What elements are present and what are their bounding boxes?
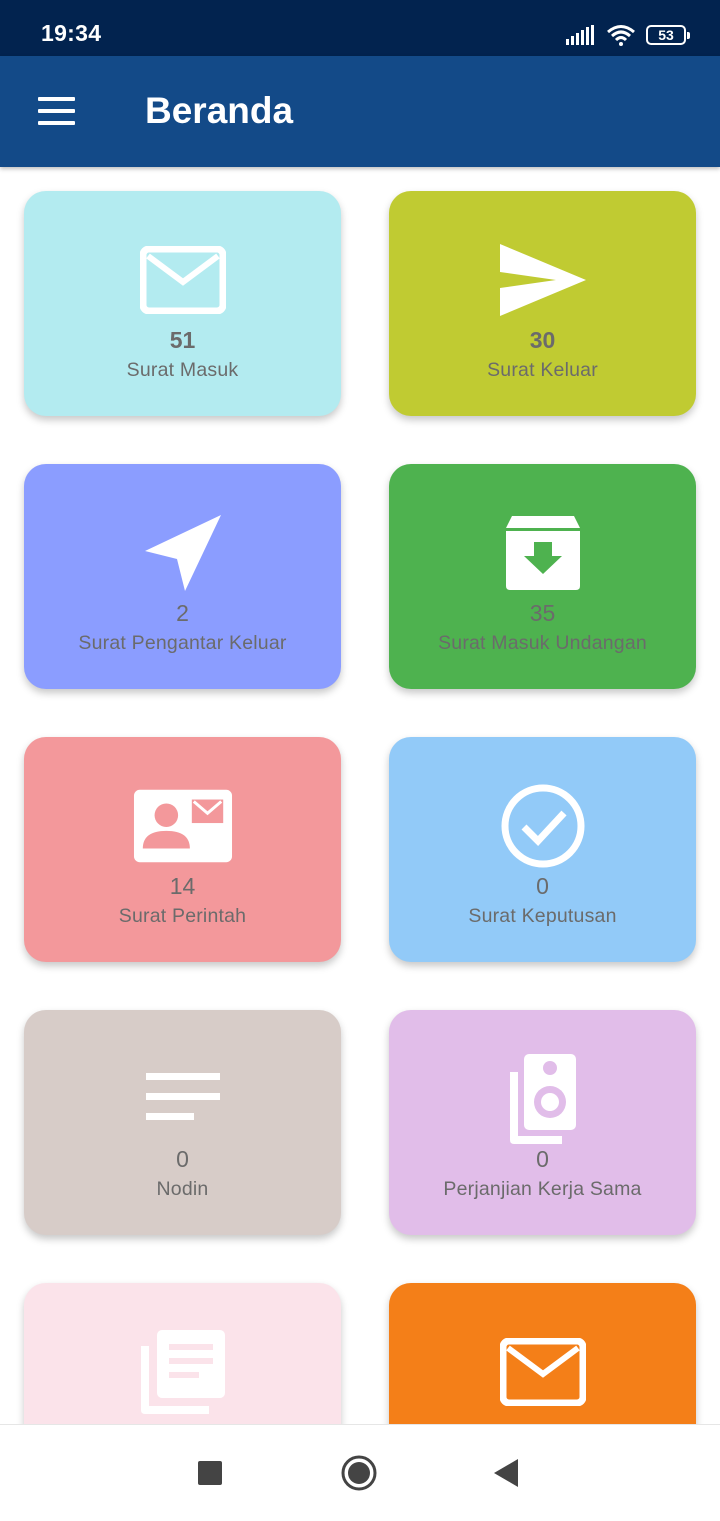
status-time: 19:34 — [41, 20, 102, 46]
battery-level: 53 — [658, 27, 674, 43]
card-surat-keluar[interactable]: 30 Surat Keluar — [389, 191, 696, 416]
triangle-back-icon[interactable] — [494, 1459, 518, 1492]
contact-mail-icon — [133, 781, 233, 871]
card-count: 35 — [529, 600, 556, 626]
card-perjanjian-kerja-sama[interactable]: 0 Perjanjian Kerja Sama — [389, 1010, 696, 1235]
card-label: Surat Keputusan — [468, 905, 617, 927]
square-recents-icon[interactable] — [198, 1461, 222, 1490]
battery-icon: 53 — [646, 25, 690, 45]
card-count: 14 — [169, 873, 196, 899]
archive-download-icon — [493, 508, 593, 598]
status-bar: 19:34 53 — [0, 0, 720, 56]
card-document-library[interactable] — [24, 1283, 341, 1424]
card-label: Surat Masuk — [126, 359, 239, 381]
page-title: Beranda — [145, 90, 294, 131]
card-label: Nodin — [156, 1178, 209, 1200]
signal-icon — [566, 25, 594, 45]
card-label: Surat Keluar — [487, 359, 598, 381]
speaker-library-icon — [493, 1054, 593, 1144]
card-count: 2 — [176, 600, 189, 626]
send-icon — [493, 235, 593, 325]
navigation-arrow-icon — [133, 508, 233, 598]
card-label: Perjanjian Kerja Sama — [443, 1178, 642, 1200]
card-label: Surat Pengantar Keluar — [78, 632, 287, 654]
card-surat-masuk-undangan[interactable]: 35 Surat Masuk Undangan — [389, 464, 696, 689]
card-count: 51 — [169, 327, 196, 353]
system-nav-bar — [0, 1424, 720, 1521]
check-circle-icon — [493, 781, 593, 871]
card-label: Surat Perintah — [118, 905, 247, 927]
card-nodin[interactable]: 0 Nodin — [24, 1010, 341, 1235]
card-count: 0 — [536, 873, 549, 899]
card-surat-pengantar-keluar[interactable]: 2 Surat Pengantar Keluar — [24, 464, 341, 689]
card-envelope-orange[interactable] — [389, 1283, 696, 1424]
card-label: Surat Masuk Undangan — [438, 632, 647, 654]
card-surat-keputusan[interactable]: 0 Surat Keputusan — [389, 737, 696, 962]
status-icons: 53 — [566, 20, 690, 50]
envelope-icon — [493, 1327, 593, 1417]
circle-home-icon[interactable] — [341, 1455, 377, 1496]
wifi-icon — [607, 25, 635, 46]
card-count: 0 — [536, 1146, 549, 1172]
app-bar: Beranda — [0, 56, 720, 167]
notes-lines-icon — [133, 1054, 233, 1144]
dashboard-grid: 51 Surat Masuk 30 Surat Keluar 2 Surat P… — [0, 167, 720, 1424]
card-surat-masuk[interactable]: 51 Surat Masuk — [24, 191, 341, 416]
document-library-icon — [133, 1327, 233, 1417]
card-count: 0 — [176, 1146, 189, 1172]
hamburger-menu-icon[interactable] — [30, 89, 82, 133]
envelope-icon — [133, 235, 233, 325]
card-count: 30 — [529, 327, 556, 353]
card-surat-perintah[interactable]: 14 Surat Perintah — [24, 737, 341, 962]
